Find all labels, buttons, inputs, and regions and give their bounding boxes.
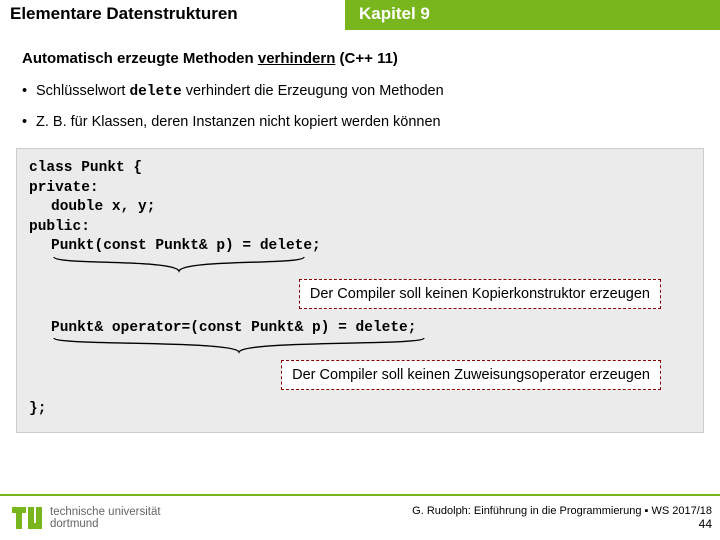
logo-line1: technische universität	[50, 506, 161, 518]
bullet-list: Schlüsselwort delete verhindert die Erze…	[22, 83, 698, 130]
logo-text: technische universität dortmund	[50, 506, 161, 530]
bullet1-text-a: Schlüsselwort	[36, 83, 129, 99]
note-wrap-1: Der Compiler soll keinen Kopierkonstrukt…	[29, 277, 691, 319]
header-title-left: Elementare Datenstrukturen	[0, 0, 345, 30]
code-line-7: };	[29, 400, 691, 420]
curly-brace-icon	[49, 336, 429, 354]
code-line-4: public:	[29, 218, 691, 238]
tu-logo-icon	[10, 501, 44, 535]
bullet1-text-b: verhindert die Erzeugung von Methoden	[182, 83, 444, 99]
section-title-part-c: (C++ 11)	[335, 50, 398, 67]
brace-1	[29, 257, 691, 277]
note-wrap-2: Der Compiler soll keinen Zuweisungsopera…	[29, 358, 691, 400]
section-title-emph: verhindern	[258, 50, 336, 67]
logo-line2: dortmund	[50, 518, 161, 530]
bullet-item-1: Schlüsselwort delete verhindert die Erze…	[36, 83, 698, 100]
code-line-1: class Punkt {	[29, 159, 691, 179]
note-box-2: Der Compiler soll keinen Zuweisungsopera…	[281, 360, 661, 390]
section-title: Automatisch erzeugte Methoden verhindern…	[22, 50, 698, 67]
content-area: Automatisch erzeugte Methoden verhindern…	[0, 30, 720, 433]
footer-credit: G. Rudolph: Einführung in die Programmie…	[412, 505, 712, 517]
brace-2	[29, 338, 691, 358]
section-title-part-a: Automatisch erzeugte Methoden	[22, 50, 258, 67]
page-number: 44	[412, 517, 712, 531]
university-logo: technische universität dortmund	[10, 501, 161, 535]
bullet-item-2: Z. B. für Klassen, deren Instanzen nicht…	[36, 114, 698, 130]
bullet1-keyword: delete	[129, 84, 181, 100]
footer-credit-block: G. Rudolph: Einführung in die Programmie…	[412, 505, 720, 531]
code-line-2: private:	[29, 179, 691, 199]
note-box-1: Der Compiler soll keinen Kopierkonstrukt…	[299, 279, 661, 309]
footer-bar: technische universität dortmund G. Rudol…	[0, 494, 720, 540]
curly-brace-icon	[49, 255, 309, 273]
code-line-3: double x, y;	[29, 198, 691, 218]
header-title-right: Kapitel 9	[345, 0, 720, 30]
code-box: class Punkt { private: double x, y; publ…	[16, 148, 704, 433]
header-bar: Elementare Datenstrukturen Kapitel 9	[0, 0, 720, 30]
